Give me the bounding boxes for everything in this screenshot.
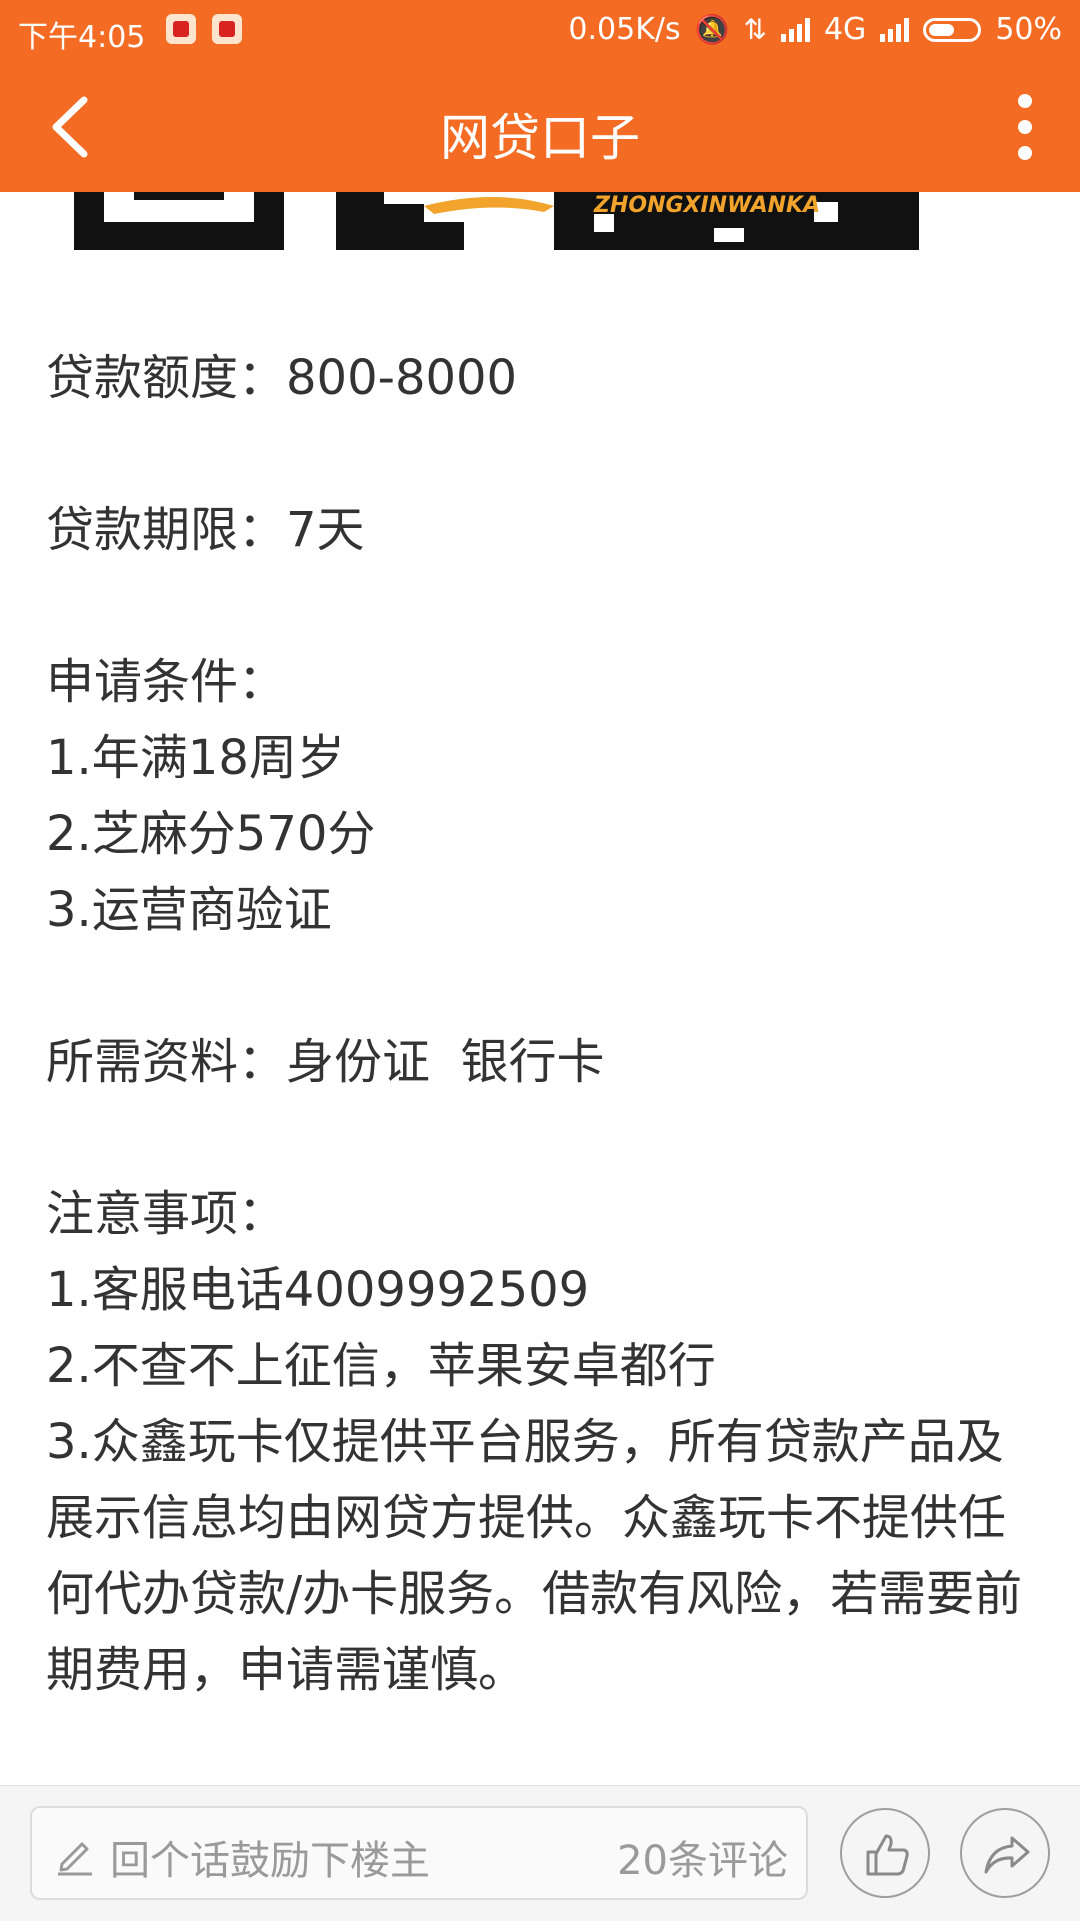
conditions-title: 申请条件： — [46, 654, 287, 710]
comment-placeholder: 回个话鼓励下楼主 — [110, 1838, 430, 1884]
app-header: 网贷口子 — [0, 62, 1080, 192]
more-options-button[interactable] — [1000, 84, 1050, 174]
status-right-group: 0.05K/s 🔕 ⇅ 4G 50% — [568, 12, 1062, 47]
post-content: 贷款额度：800-8000 贷款期限：7天 申请条件： 1.年满18周岁 2.芝… — [46, 340, 1036, 1708]
page-title: 网贷口子 — [440, 109, 640, 167]
mute-bell-icon: 🔕 — [694, 13, 730, 46]
notes-title: 注意事项： — [46, 1186, 287, 1242]
pencil-icon — [58, 1842, 92, 1876]
notification-app-icon — [212, 14, 242, 44]
banner-text: ZHONGXINWANKA — [593, 193, 820, 218]
note-item: 2.不查不上征信，苹果安卓都行 — [46, 1338, 716, 1394]
like-button[interactable] — [840, 1808, 930, 1898]
status-bar: 下午4:05 0.05K/s 🔕 ⇅ 4G 50% — [0, 0, 1080, 62]
required-materials: 所需资料：身份证 银行卡 — [46, 1034, 605, 1090]
share-button[interactable] — [960, 1808, 1050, 1898]
battery-icon — [923, 17, 982, 42]
network-type: 4G — [823, 12, 867, 47]
more-vertical-icon — [1000, 94, 1050, 160]
condition-item: 3.运营商验证 — [46, 882, 332, 938]
data-transfer-icon: ⇅ — [743, 13, 767, 46]
condition-item: 2.芝麻分570分 — [46, 806, 376, 862]
status-time: 下午4:05 — [18, 20, 146, 55]
loan-amount: 贷款额度：800-8000 — [46, 350, 518, 406]
battery-percent: 50% — [995, 12, 1062, 47]
notification-app-icon — [166, 14, 196, 44]
signal-icon — [880, 17, 910, 42]
note-item: 3.众鑫玩卡仅提供平台服务，所有贷款产品及展示信息均由网贷方提供。众鑫玩卡不提供… — [46, 1414, 1023, 1698]
comment-bar: 回个话鼓励下楼主 20条评论 — [0, 1785, 1080, 1921]
loan-term: 贷款期限：7天 — [46, 502, 365, 558]
banner-image: ZHONGXINWANKA — [74, 192, 919, 250]
thumbs-up-icon — [866, 1834, 909, 1876]
comment-input[interactable]: 回个话鼓励下楼主 20条评论 — [30, 1806, 808, 1900]
signal-icon — [780, 17, 810, 42]
network-speed: 0.05K/s — [568, 12, 681, 47]
condition-item: 1.年满18周岁 — [46, 730, 345, 786]
comment-count[interactable]: 20条评论 — [617, 1828, 788, 1886]
note-item: 1.客服电话4009992509 — [46, 1262, 590, 1318]
share-arrow-icon — [984, 1836, 1030, 1874]
